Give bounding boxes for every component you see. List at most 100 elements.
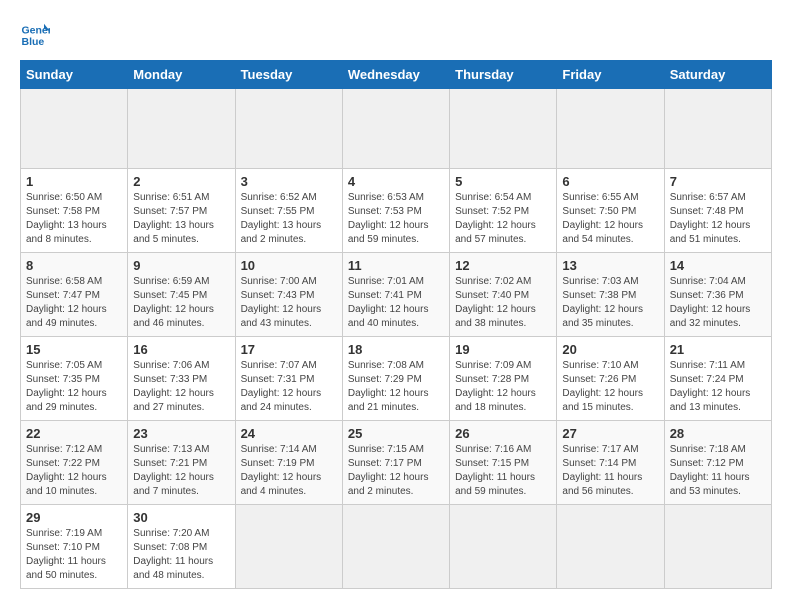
logo: General Blue bbox=[20, 20, 54, 50]
day-cell bbox=[342, 505, 449, 589]
day-number: 4 bbox=[348, 174, 444, 189]
day-info: Sunrise: 6:58 AMSunset: 7:47 PMDaylight:… bbox=[26, 276, 107, 329]
day-number: 28 bbox=[670, 426, 766, 441]
day-info: Sunrise: 6:57 AMSunset: 7:48 PMDaylight:… bbox=[670, 192, 751, 245]
logo-icon: General Blue bbox=[20, 20, 50, 50]
day-cell: 4 Sunrise: 6:53 AMSunset: 7:53 PMDaylight… bbox=[342, 169, 449, 253]
day-number: 24 bbox=[241, 426, 337, 441]
day-number: 6 bbox=[562, 174, 658, 189]
day-number: 8 bbox=[26, 258, 122, 273]
day-cell: 5Sunrise: 6:54 AMSunset: 7:52 PMDaylight… bbox=[450, 169, 557, 253]
col-header-tuesday: Tuesday bbox=[235, 61, 342, 89]
day-cell bbox=[235, 505, 342, 589]
day-number: 30 bbox=[133, 510, 229, 525]
week-row-1 bbox=[21, 89, 772, 169]
day-cell: 16 Sunrise: 7:06 AMSunset: 7:33 PMDayligh… bbox=[128, 337, 235, 421]
day-info: Sunrise: 7:20 AMSunset: 7:08 PMDaylight:… bbox=[133, 528, 213, 581]
day-cell: 24Sunrise: 7:14 AMSunset: 7:19 PMDayligh… bbox=[235, 421, 342, 505]
day-cell: 14Sunrise: 7:04 AMSunset: 7:36 PMDayligh… bbox=[664, 253, 771, 337]
day-cell: 28 Sunrise: 7:18 AMSunset: 7:12 PMDayligh… bbox=[664, 421, 771, 505]
day-number: 15 bbox=[26, 342, 122, 357]
day-info: Sunrise: 6:55 AMSunset: 7:50 PMDaylight:… bbox=[562, 192, 643, 245]
day-cell: 7Sunrise: 6:57 AMSunset: 7:48 PMDaylight… bbox=[664, 169, 771, 253]
day-info: Sunrise: 6:52 AMSunset: 7:55 PMDaylight:… bbox=[241, 192, 322, 245]
day-info: Sunrise: 7:03 AMSunset: 7:38 PMDaylight:… bbox=[562, 276, 643, 329]
day-info: Sunrise: 7:09 AMSunset: 7:28 PMDaylight:… bbox=[455, 360, 536, 413]
day-cell: 30 Sunrise: 7:20 AMSunset: 7:08 PMDayligh… bbox=[128, 505, 235, 589]
day-info: Sunrise: 7:02 AMSunset: 7:40 PMDaylight:… bbox=[455, 276, 536, 329]
day-cell: 17 Sunrise: 7:07 AMSunset: 7:31 PMDayligh… bbox=[235, 337, 342, 421]
day-number: 18 bbox=[348, 342, 444, 357]
day-number: 29 bbox=[26, 510, 122, 525]
day-cell bbox=[557, 505, 664, 589]
week-row-6: 29 Sunrise: 7:19 AMSunset: 7:10 PMDayligh… bbox=[21, 505, 772, 589]
col-header-thursday: Thursday bbox=[450, 61, 557, 89]
day-info: Sunrise: 6:53 AMSunset: 7:53 PMDaylight:… bbox=[348, 192, 429, 245]
day-number: 20 bbox=[562, 342, 658, 357]
day-cell bbox=[664, 89, 771, 169]
day-cell: 8 Sunrise: 6:58 AMSunset: 7:47 PMDaylight… bbox=[21, 253, 128, 337]
day-info: Sunrise: 7:15 AMSunset: 7:17 PMDaylight:… bbox=[348, 444, 429, 497]
day-number: 13 bbox=[562, 258, 658, 273]
day-info: Sunrise: 7:06 AMSunset: 7:33 PMDaylight:… bbox=[133, 360, 214, 413]
day-info: Sunrise: 7:18 AMSunset: 7:12 PMDaylight:… bbox=[670, 444, 750, 497]
day-cell bbox=[235, 89, 342, 169]
day-cell: 15 Sunrise: 7:05 AMSunset: 7:35 PMDayligh… bbox=[21, 337, 128, 421]
week-row-3: 8 Sunrise: 6:58 AMSunset: 7:47 PMDaylight… bbox=[21, 253, 772, 337]
day-cell: 22 Sunrise: 7:12 AMSunset: 7:22 PMDayligh… bbox=[21, 421, 128, 505]
page-header: General Blue bbox=[20, 20, 772, 50]
day-info: Sunrise: 7:10 AMSunset: 7:26 PMDaylight:… bbox=[562, 360, 643, 413]
day-info: Sunrise: 7:07 AMSunset: 7:31 PMDaylight:… bbox=[241, 360, 322, 413]
day-cell bbox=[128, 89, 235, 169]
day-info: Sunrise: 7:19 AMSunset: 7:10 PMDaylight:… bbox=[26, 528, 106, 581]
day-info: Sunrise: 7:04 AMSunset: 7:36 PMDaylight:… bbox=[670, 276, 751, 329]
day-cell: 6 Sunrise: 6:55 AMSunset: 7:50 PMDaylight… bbox=[557, 169, 664, 253]
day-number: 11 bbox=[348, 258, 444, 273]
day-cell bbox=[342, 89, 449, 169]
day-number: 3 bbox=[241, 174, 337, 189]
day-cell: 26 Sunrise: 7:16 AMSunset: 7:15 PMDayligh… bbox=[450, 421, 557, 505]
day-number: 16 bbox=[133, 342, 229, 357]
day-number: 25 bbox=[348, 426, 444, 441]
day-cell: 21Sunrise: 7:11 AMSunset: 7:24 PMDayligh… bbox=[664, 337, 771, 421]
day-number: 12 bbox=[455, 258, 551, 273]
week-row-4: 15 Sunrise: 7:05 AMSunset: 7:35 PMDayligh… bbox=[21, 337, 772, 421]
day-info: Sunrise: 7:13 AMSunset: 7:21 PMDaylight:… bbox=[133, 444, 214, 497]
day-number: 17 bbox=[241, 342, 337, 357]
day-info: Sunrise: 7:00 AMSunset: 7:43 PMDaylight:… bbox=[241, 276, 322, 329]
day-number: 22 bbox=[26, 426, 122, 441]
day-number: 1 bbox=[26, 174, 122, 189]
day-cell bbox=[21, 89, 128, 169]
day-number: 10 bbox=[241, 258, 337, 273]
day-cell bbox=[557, 89, 664, 169]
day-cell: 3 Sunrise: 6:52 AMSunset: 7:55 PMDaylight… bbox=[235, 169, 342, 253]
day-cell: 27Sunrise: 7:17 AMSunset: 7:14 PMDayligh… bbox=[557, 421, 664, 505]
day-cell: 29 Sunrise: 7:19 AMSunset: 7:10 PMDayligh… bbox=[21, 505, 128, 589]
day-info: Sunrise: 7:17 AMSunset: 7:14 PMDaylight:… bbox=[562, 444, 642, 497]
day-info: Sunrise: 7:01 AMSunset: 7:41 PMDaylight:… bbox=[348, 276, 429, 329]
day-cell: 18Sunrise: 7:08 AMSunset: 7:29 PMDayligh… bbox=[342, 337, 449, 421]
col-header-sunday: Sunday bbox=[21, 61, 128, 89]
day-info: Sunrise: 6:59 AMSunset: 7:45 PMDaylight:… bbox=[133, 276, 214, 329]
week-row-5: 22 Sunrise: 7:12 AMSunset: 7:22 PMDayligh… bbox=[21, 421, 772, 505]
day-info: Sunrise: 7:16 AMSunset: 7:15 PMDaylight:… bbox=[455, 444, 535, 497]
day-info: Sunrise: 7:12 AMSunset: 7:22 PMDaylight:… bbox=[26, 444, 107, 497]
day-cell: 9Sunrise: 6:59 AMSunset: 7:45 PMDaylight… bbox=[128, 253, 235, 337]
day-cell: 2 Sunrise: 6:51 AMSunset: 7:57 PMDaylight… bbox=[128, 169, 235, 253]
day-cell: 10 Sunrise: 7:00 AMSunset: 7:43 PMDayligh… bbox=[235, 253, 342, 337]
day-info: Sunrise: 6:50 AMSunset: 7:58 PMDaylight:… bbox=[26, 192, 107, 245]
day-cell: 12 Sunrise: 7:02 AMSunset: 7:40 PMDayligh… bbox=[450, 253, 557, 337]
day-cell: 23 Sunrise: 7:13 AMSunset: 7:21 PMDayligh… bbox=[128, 421, 235, 505]
day-number: 2 bbox=[133, 174, 229, 189]
day-info: Sunrise: 6:51 AMSunset: 7:57 PMDaylight:… bbox=[133, 192, 214, 245]
week-row-2: 1 Sunrise: 6:50 AMSunset: 7:58 PMDaylight… bbox=[21, 169, 772, 253]
day-info: Sunrise: 7:11 AMSunset: 7:24 PMDaylight:… bbox=[670, 360, 751, 413]
day-info: Sunrise: 7:05 AMSunset: 7:35 PMDaylight:… bbox=[26, 360, 107, 413]
day-number: 19 bbox=[455, 342, 551, 357]
day-number: 5 bbox=[455, 174, 551, 189]
day-cell: 19 Sunrise: 7:09 AMSunset: 7:28 PMDayligh… bbox=[450, 337, 557, 421]
day-cell: 20 Sunrise: 7:10 AMSunset: 7:26 PMDayligh… bbox=[557, 337, 664, 421]
day-number: 26 bbox=[455, 426, 551, 441]
day-number: 23 bbox=[133, 426, 229, 441]
header-row: SundayMondayTuesdayWednesdayThursdayFrid… bbox=[21, 61, 772, 89]
